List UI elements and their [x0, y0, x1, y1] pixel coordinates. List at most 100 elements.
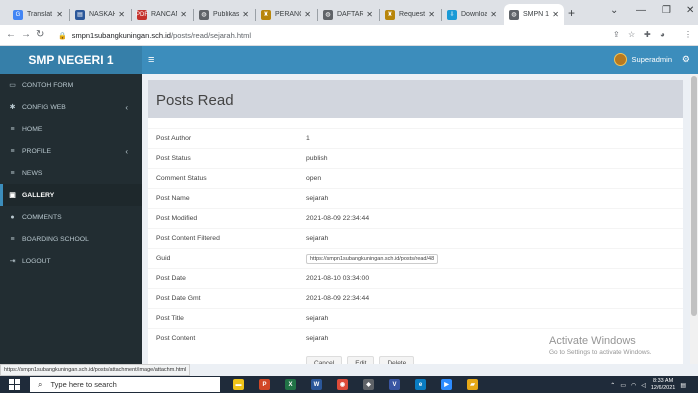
delete-button[interactable]: Delete: [379, 356, 415, 364]
globe-icon: ◍: [323, 9, 333, 20]
taskbar-search-placeholder: Type here to search: [50, 380, 117, 389]
cancel-button[interactable]: Cancel: [306, 356, 343, 364]
sidebar-item[interactable]: ≡ NEWS: [0, 162, 142, 184]
browser-tab[interactable]: ◍ SMPN 1 ✕: [504, 4, 564, 25]
brand-logo[interactable]: SMP NEGERI 1: [0, 46, 142, 74]
chevron-up-icon[interactable]: ⌃: [610, 382, 615, 389]
sidebar-item[interactable]: ● COMMENTS: [0, 206, 142, 228]
wifi-icon[interactable]: ◠: [631, 382, 636, 389]
detail-label: Post Author: [156, 135, 192, 142]
sidebar-item[interactable]: ⇥ LOGOUT: [0, 250, 142, 272]
action-buttons: Cancel Edit Delete: [306, 356, 415, 364]
status-bar-url: https://smpn1subangkuningan.sch.id/posts…: [0, 364, 191, 376]
url-field[interactable]: 🔒 smpn1subangkuningan.sch.id/posts/read/…: [52, 27, 640, 44]
new-tab-button[interactable]: +: [568, 6, 575, 20]
edge-icon[interactable]: e: [415, 379, 426, 390]
detail-row: Post Date 2021-08-10 03:34:00: [148, 268, 683, 288]
sidebar-item-label: LOGOUT: [22, 257, 51, 265]
sidebar-item[interactable]: ≡ BOARDING SCHOOL: [0, 228, 142, 250]
tab-separator: [255, 9, 256, 21]
browser-tab[interactable]: G Translat ✕: [8, 4, 68, 25]
bookmark-star-icon[interactable]: ☆: [628, 30, 635, 39]
edit-button[interactable]: Edit: [347, 356, 375, 364]
browser-tab[interactable]: ♜ PERANC ✕: [256, 4, 316, 25]
tab-separator: [441, 9, 442, 21]
detail-row: Post Date Gmt 2021-08-09 22:34:44: [148, 288, 683, 308]
excel-icon[interactable]: X: [285, 379, 296, 390]
maximize-icon[interactable]: ❐: [662, 5, 671, 16]
profile-avatar-icon[interactable]: ◕: [660, 30, 665, 39]
sidebar-toggle-icon[interactable]: ≡: [148, 54, 154, 66]
browser-tab[interactable]: ◍ Publikas ✕: [194, 4, 254, 25]
globe-icon: ◍: [199, 9, 209, 20]
detail-value: 1: [306, 135, 310, 142]
sidebar-item-label: CONTOH FORM: [22, 81, 74, 89]
extensions-icon[interactable]: ✚: [644, 30, 651, 39]
file-explorer-icon[interactable]: ▬: [233, 379, 244, 390]
close-tab-icon[interactable]: ✕: [242, 10, 249, 19]
sidebar-item[interactable]: ≡ HOME: [0, 118, 142, 140]
close-tab-icon[interactable]: ✕: [118, 10, 125, 19]
taskbar-search-field[interactable]: ⌕ Type here to search: [30, 377, 220, 392]
powerpoint-icon[interactable]: P: [259, 379, 270, 390]
close-tab-icon[interactable]: ✕: [56, 10, 63, 19]
tab-label: NASKAH: [89, 11, 116, 18]
tab-label: SMPN 1: [523, 11, 550, 18]
close-tab-icon[interactable]: ✕: [304, 10, 311, 19]
sidebar-item[interactable]: ▭ CONTOH FORM: [0, 74, 142, 96]
system-clock[interactable]: 8:33 AM 12/6/2021: [651, 378, 675, 392]
notification-icon[interactable]: ▤: [680, 382, 686, 389]
address-bar: ← → ↻ 🔒 smpn1subangkuningan.sch.id/posts…: [0, 25, 698, 46]
sidebar-item[interactable]: ≡ PROFILE ‹: [0, 140, 142, 162]
main-content: Posts Read Cancel Edit Delete Post Autho…: [142, 74, 698, 364]
browser-tab[interactable]: ⇩ Downloa ✕: [442, 4, 502, 25]
close-tab-icon[interactable]: ✕: [180, 10, 187, 19]
folder-icon[interactable]: ▰: [467, 379, 478, 390]
forward-icon[interactable]: →: [21, 29, 31, 40]
sidebar-item[interactable]: ▣ GALLERY: [0, 184, 142, 206]
scrollbar-thumb[interactable]: [691, 76, 697, 316]
close-tab-icon[interactable]: ✕: [366, 10, 373, 19]
tab-label: Downloa: [461, 11, 488, 18]
sidebar-item[interactable]: ✱ CONFIG WEB ‹: [0, 96, 142, 118]
app-icon[interactable]: ◆: [363, 379, 374, 390]
guid-link[interactable]: https://smpn1subangkuningan.sch.id/posts…: [306, 253, 439, 264]
clock-time: 8:33 AM: [653, 378, 674, 384]
chrome-icon[interactable]: ◉: [337, 379, 348, 390]
zoom-icon[interactable]: ▶: [441, 379, 452, 390]
browser-tab[interactable]: PDFRANCAN✕: [132, 4, 192, 25]
detail-label: Post Name: [156, 195, 190, 202]
share-icon[interactable]: ⇪: [613, 30, 620, 39]
url-path: /posts/read/sejarah.html: [170, 31, 252, 40]
browser-tab[interactable]: ▤ NASKAH ✕: [70, 4, 130, 25]
close-tab-icon[interactable]: ✕: [490, 10, 497, 19]
user-menu[interactable]: Superadmin: [613, 53, 672, 66]
windows-start-icon[interactable]: [9, 379, 20, 390]
browser-tab[interactable]: ♜ Request ✕: [380, 4, 440, 25]
reload-icon[interactable]: ↻: [36, 29, 44, 40]
detail-row: Guid https://smpn1subangkuningan.sch.id/p…: [148, 248, 683, 268]
tab-label: Request: [399, 11, 426, 18]
close-tab-icon[interactable]: ✕: [552, 10, 559, 19]
close-tab-icon[interactable]: ✕: [428, 10, 435, 19]
browser-menu-icon[interactable]: ⋮: [684, 30, 692, 39]
tab-search-icon[interactable]: ⌄: [610, 5, 618, 16]
close-window-icon[interactable]: ✕: [686, 5, 694, 16]
browser-tab[interactable]: ◍ DAFTAR ✕: [318, 4, 378, 25]
avatar: [613, 53, 627, 66]
page-scrollbar[interactable]: [690, 74, 698, 364]
tab-label: DAFTAR: [337, 11, 364, 18]
google-translate-icon: G: [13, 9, 23, 20]
detail-row: Comment Status open: [148, 168, 683, 188]
control-sidebar-gear-icon[interactable]: ⚙: [682, 54, 690, 65]
back-icon[interactable]: ←: [6, 29, 16, 40]
download-site-icon: ⇩: [447, 9, 457, 20]
battery-icon[interactable]: ▭: [620, 382, 626, 389]
word-icon[interactable]: W: [311, 379, 322, 390]
minimize-icon[interactable]: —: [636, 5, 646, 16]
volume-icon[interactable]: ◁: [641, 382, 646, 389]
visio-icon[interactable]: V: [389, 379, 400, 390]
detail-label: Comment Status: [156, 175, 207, 182]
clock-date: 12/6/2021: [650, 385, 676, 391]
sidebar-item-label: CONFIG WEB: [22, 103, 66, 111]
